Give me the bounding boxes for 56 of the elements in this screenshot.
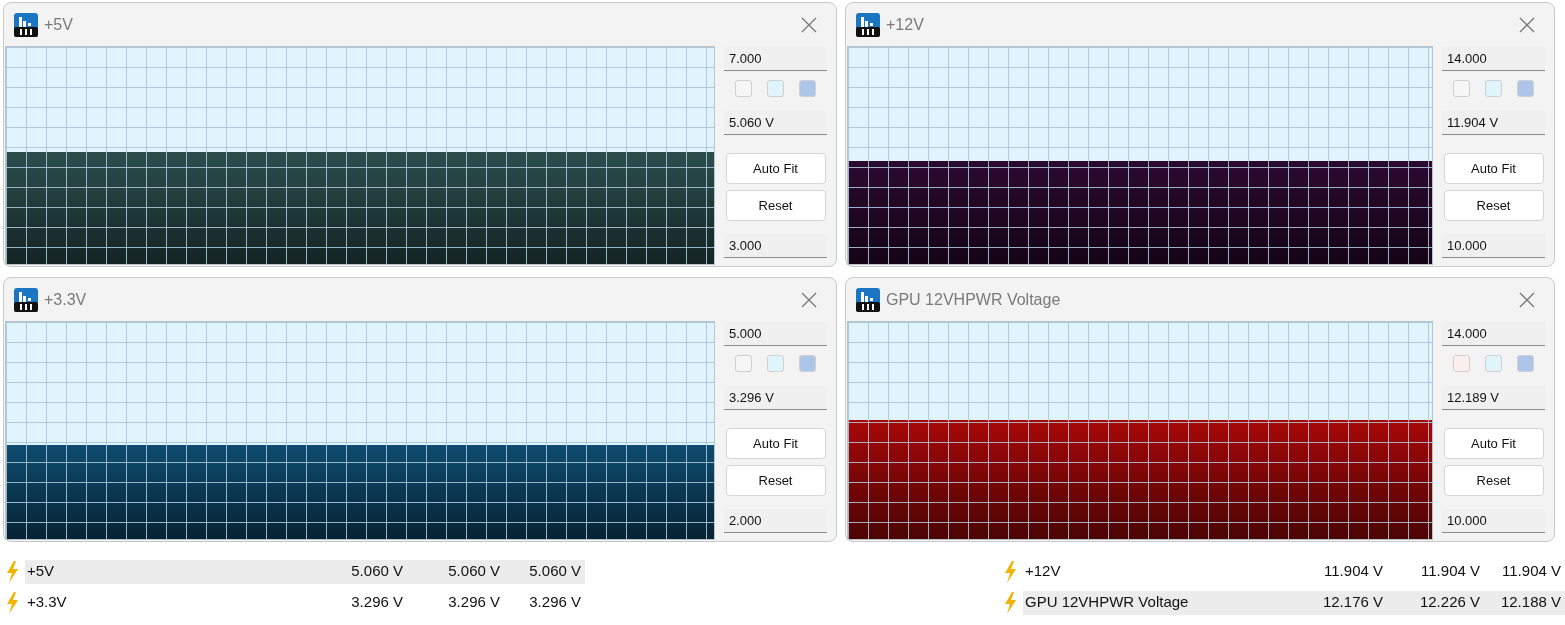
sensor-name: GPU 12VHPWR Voltage bbox=[1024, 592, 1190, 613]
color-swatch[interactable] bbox=[735, 80, 752, 97]
color-swatch[interactable] bbox=[735, 355, 752, 372]
graph-button[interactable]: Auto Fit bbox=[725, 428, 826, 459]
app-icon bbox=[856, 287, 880, 312]
close-icon bbox=[801, 291, 817, 308]
sensor-value: 5.060 V bbox=[350, 561, 404, 582]
sensor-value: 11.904 V bbox=[1420, 561, 1481, 582]
sensor-value: 12.188 V bbox=[1499, 592, 1562, 613]
sensor-row[interactable]: +3.3V 3.296 V 3.296 V 3.296 V bbox=[25, 590, 585, 615]
graph-button[interactable]: Reset bbox=[1443, 465, 1544, 496]
sensor-value: 3.296 V bbox=[350, 592, 404, 613]
window-title: GPU 12VHPWR Voltage bbox=[886, 289, 1061, 310]
color-swatch[interactable] bbox=[767, 80, 784, 97]
sensor-row[interactable]: GPU 12VHPWR Voltage 12.176 V 12.226 V 12.188 V bbox=[1023, 590, 1565, 615]
graph-button[interactable]: Reset bbox=[1443, 190, 1544, 221]
color-swatch[interactable] bbox=[1517, 80, 1534, 97]
graph-button[interactable]: Reset bbox=[725, 190, 826, 221]
lightning-icon bbox=[5, 560, 19, 583]
graph-button[interactable]: Auto Fit bbox=[1443, 428, 1544, 459]
sensor-value: 11.904 V bbox=[1323, 561, 1384, 582]
sensor-name: +5V bbox=[26, 561, 56, 582]
graph-button[interactable]: Reset bbox=[725, 465, 826, 496]
color-swatch[interactable] bbox=[767, 355, 784, 372]
window-title: +12V bbox=[886, 14, 924, 35]
close-icon bbox=[1519, 291, 1535, 308]
sensor-value: 5.060 V bbox=[528, 561, 582, 582]
lightning-icon bbox=[5, 591, 19, 614]
sensor-value: 12.176 V bbox=[1321, 592, 1384, 613]
color-swatch[interactable] bbox=[1517, 355, 1534, 372]
lightning-icon bbox=[1003, 560, 1017, 583]
sensor-value: 12.226 V bbox=[1418, 592, 1481, 613]
color-swatch[interactable] bbox=[1485, 80, 1502, 97]
graph-button[interactable]: Auto Fit bbox=[725, 153, 826, 184]
sensor-name: +3.3V bbox=[26, 592, 68, 613]
close-icon bbox=[1519, 16, 1535, 33]
color-swatch[interactable] bbox=[799, 355, 816, 372]
sensor-value: 3.296 V bbox=[447, 592, 501, 613]
close-icon bbox=[801, 16, 817, 33]
color-swatch[interactable] bbox=[1453, 355, 1470, 372]
sensor-value: 3.296 V bbox=[528, 592, 582, 613]
sensor-value: 11.904 V bbox=[1501, 561, 1562, 582]
app-icon bbox=[856, 12, 880, 37]
app-icon bbox=[14, 12, 38, 37]
sensor-row[interactable]: +5V 5.060 V 5.060 V 5.060 V bbox=[25, 559, 585, 584]
sensor-value: 5.060 V bbox=[447, 561, 501, 582]
lightning-icon bbox=[1003, 591, 1017, 614]
graph-button[interactable]: Auto Fit bbox=[1443, 153, 1544, 184]
color-swatch[interactable] bbox=[1485, 355, 1502, 372]
window-title: +3.3V bbox=[44, 289, 87, 310]
app-icon bbox=[14, 287, 38, 312]
color-swatch[interactable] bbox=[799, 80, 816, 97]
sensor-row[interactable]: +12V 11.904 V 11.904 V 11.904 V bbox=[1023, 559, 1565, 584]
window-title: +5V bbox=[44, 14, 73, 35]
sensor-name: +12V bbox=[1024, 561, 1062, 582]
color-swatch[interactable] bbox=[1453, 80, 1470, 97]
